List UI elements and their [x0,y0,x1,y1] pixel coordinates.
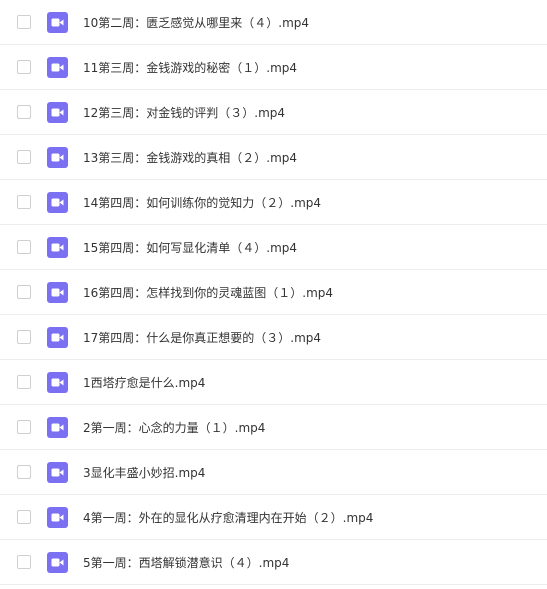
video-file-icon[interactable] [47,146,68,168]
video-file-icon[interactable] [47,461,68,483]
video-file-icon[interactable] [47,416,68,438]
list-item[interactable]: 10第二周：匮乏感觉从哪里来（４）.mp4 [0,0,547,45]
select-checkbox[interactable] [17,150,31,164]
video-file-icon[interactable] [47,191,68,213]
list-item[interactable]: 2第一周：心念的力量（１）.mp4 [0,405,547,450]
select-checkbox[interactable] [17,465,31,479]
list-item[interactable]: 1西塔疗愈是什么.mp4 [0,360,547,405]
select-checkbox[interactable] [17,420,31,434]
select-checkbox[interactable] [17,195,31,209]
list-item[interactable]: 17第四周：什么是你真正想要的（３）.mp4 [0,315,547,360]
file-name[interactable]: 3显化丰盛小妙招.mp4 [83,464,205,481]
file-name[interactable]: 11第三周：金钱游戏的秘密（１）.mp4 [83,59,297,76]
video-file-icon[interactable] [47,281,68,303]
video-file-icon[interactable] [47,11,68,33]
file-name[interactable]: 13第三周：金钱游戏的真相（２）.mp4 [83,149,297,166]
list-item[interactable]: 5第一周：西塔解锁潜意识（４）.mp4 [0,540,547,585]
select-checkbox[interactable] [17,105,31,119]
file-name[interactable]: 4第一周：外在的显化从疗愈清理内在开始（２）.mp4 [83,509,373,526]
video-file-icon[interactable] [47,506,68,528]
select-checkbox[interactable] [17,15,31,29]
video-file-icon[interactable] [47,101,68,123]
select-checkbox[interactable] [17,555,31,569]
file-name[interactable]: 16第四周：怎样找到你的灵魂蓝图（１）.mp4 [83,284,333,301]
file-name[interactable]: 14第四周：如何训练你的觉知力（２）.mp4 [83,194,321,211]
video-file-icon[interactable] [47,326,68,348]
list-item[interactable]: 3显化丰盛小妙招.mp4 [0,450,547,495]
select-checkbox[interactable] [17,330,31,344]
list-item[interactable]: 15第四周：如何写显化清单（４）.mp4 [0,225,547,270]
select-checkbox[interactable] [17,60,31,74]
list-item[interactable]: 16第四周：怎样找到你的灵魂蓝图（１）.mp4 [0,270,547,315]
select-checkbox[interactable] [17,285,31,299]
video-file-icon[interactable] [47,371,68,393]
select-checkbox[interactable] [17,240,31,254]
file-name[interactable]: 17第四周：什么是你真正想要的（３）.mp4 [83,329,321,346]
list-item[interactable]: 12第三周：对金钱的评判（３）.mp4 [0,90,547,135]
file-list: 10第二周：匮乏感觉从哪里来（４）.mp4 11第三周：金钱游戏的秘密（１）.m… [0,0,547,589]
select-checkbox[interactable] [17,375,31,389]
video-file-icon[interactable] [47,551,68,573]
file-name[interactable]: 12第三周：对金钱的评判（３）.mp4 [83,104,285,121]
file-name[interactable]: 10第二周：匮乏感觉从哪里来（４）.mp4 [83,14,309,31]
list-item[interactable]: 11第三周：金钱游戏的秘密（１）.mp4 [0,45,547,90]
file-name[interactable]: 15第四周：如何写显化清单（４）.mp4 [83,239,297,256]
file-name[interactable]: 1西塔疗愈是什么.mp4 [83,374,205,391]
list-item[interactable]: 4第一周：外在的显化从疗愈清理内在开始（２）.mp4 [0,495,547,540]
video-file-icon[interactable] [47,236,68,258]
list-item[interactable]: 13第三周：金钱游戏的真相（２）.mp4 [0,135,547,180]
select-checkbox[interactable] [17,510,31,524]
video-file-icon[interactable] [47,56,68,78]
list-item[interactable]: 14第四周：如何训练你的觉知力（２）.mp4 [0,180,547,225]
file-name[interactable]: 5第一周：西塔解锁潜意识（４）.mp4 [83,554,289,571]
file-name[interactable]: 2第一周：心念的力量（１）.mp4 [83,419,265,436]
